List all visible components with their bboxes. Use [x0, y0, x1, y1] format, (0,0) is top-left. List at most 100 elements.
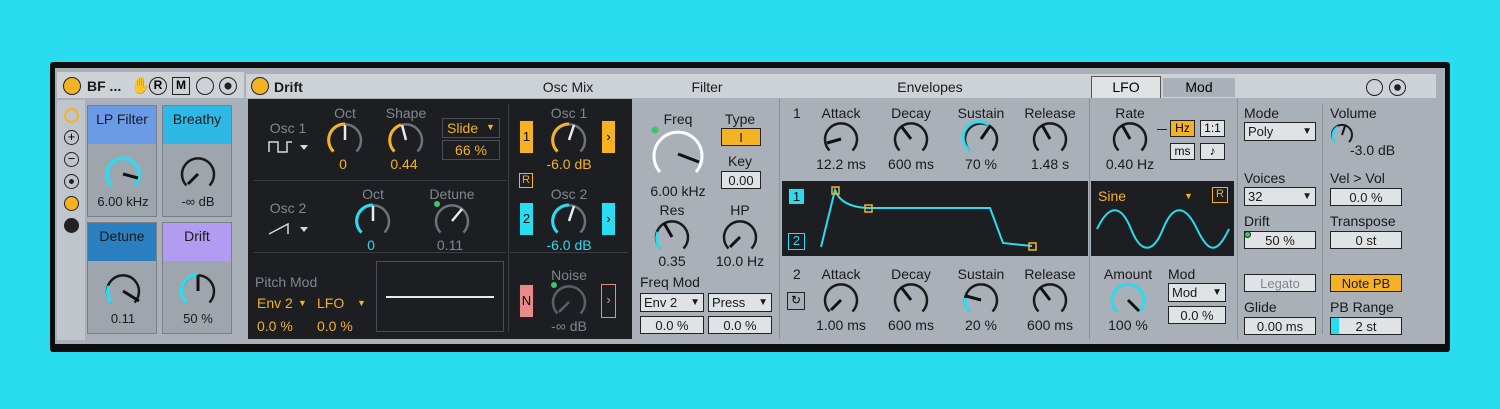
glide-field[interactable]: 0.00 ms [1244, 317, 1316, 335]
lfo-ms-button[interactable]: ms [1170, 143, 1195, 160]
mode-dropdown[interactable]: Poly [1244, 122, 1316, 141]
lfo-note-button[interactable]: ♪ [1200, 143, 1225, 160]
freqmod-label: Freq Mod [640, 274, 700, 290]
noise-expand-button[interactable]: › [601, 284, 616, 318]
env1-sustain-knob[interactable] [961, 120, 999, 157]
tab-mod[interactable]: Mod [1163, 78, 1235, 97]
osc2-on-button[interactable]: 2 [519, 202, 534, 236]
rack-section: BF ... ✋ R M + − LP Filter 6.00 kHz Brea… [57, 72, 244, 340]
macro-label: Breathy [163, 106, 231, 144]
rack-activator[interactable] [63, 77, 81, 95]
macro-knob[interactable] [105, 156, 141, 192]
lfo-retrigger-button[interactable]: R [1212, 187, 1228, 203]
lfo-mod-value[interactable]: 0.0 % [1168, 306, 1226, 324]
macro-value: 0.11 [110, 311, 136, 326]
loop-icon[interactable]: ↻ [787, 292, 805, 310]
lfo-wave-select[interactable]: Sine [1098, 188, 1126, 204]
hand-icon[interactable]: ✋ [131, 76, 151, 96]
freqmod-source1[interactable]: Env 2 [640, 293, 704, 312]
oct2-value: 0 [367, 237, 375, 253]
macro-view-icon[interactable] [64, 108, 79, 123]
macro-knob[interactable] [180, 156, 216, 192]
note-pb-button[interactable]: Note PB [1330, 274, 1402, 292]
env1-decay-knob[interactable] [893, 121, 929, 157]
lfo-ratio-button[interactable]: 1:1 [1200, 120, 1225, 137]
macro-knob[interactable] [179, 273, 216, 309]
drift-field[interactable]: 50 % [1244, 231, 1316, 249]
freqmod-value1[interactable]: 0.0 % [640, 316, 704, 334]
macro-breathy[interactable]: Breathy -∞ dB [162, 105, 232, 217]
transpose-label: Transpose [1330, 213, 1396, 229]
env2-decay-knob[interactable] [893, 282, 929, 318]
mix-osc1-knob[interactable] [551, 122, 587, 158]
mix-osc2-knob[interactable] [551, 203, 587, 239]
macro-detune[interactable]: Detune 0.11 [87, 222, 157, 334]
env2-release-knob[interactable] [1032, 282, 1068, 318]
rack-r-button[interactable]: R [149, 77, 167, 95]
noise-value: -∞ dB [551, 318, 587, 334]
retrigger-button[interactable]: R [519, 173, 533, 188]
legato-button[interactable]: Legato [1244, 274, 1316, 292]
macro-drift[interactable]: Drift 50 % [162, 222, 232, 334]
pm-value2[interactable]: 0.0 % [317, 318, 353, 334]
lfo-rate-knob[interactable] [1112, 121, 1148, 157]
detune-knob[interactable] [434, 201, 470, 239]
env2-attack-knob[interactable] [823, 282, 859, 318]
device-hot-swap-icon[interactable] [1366, 79, 1383, 96]
macro-value: 50 % [183, 311, 213, 326]
env2-sustain-knob[interactable] [963, 282, 999, 318]
section-envelopes: Envelopes [897, 79, 963, 95]
transpose-field[interactable]: 0 st [1330, 231, 1402, 249]
filter-freq-knob[interactable] [651, 126, 704, 180]
noise-on-button[interactable]: N [519, 284, 534, 318]
macro-knob[interactable] [105, 273, 141, 309]
filter-key-field[interactable]: 0.00 [721, 171, 761, 189]
env-select-1-button[interactable]: 1 [788, 188, 805, 205]
oct1-knob[interactable] [327, 122, 363, 158]
filter-res-knob[interactable] [654, 219, 690, 255]
pm-value1[interactable]: 0.0 % [257, 318, 293, 334]
hot-swap-icon[interactable] [196, 77, 214, 95]
square-wave-icon[interactable] [268, 140, 310, 154]
chain-icon[interactable] [64, 196, 79, 211]
saw-wave-icon[interactable] [268, 222, 310, 236]
freqmod-source2[interactable]: Press [708, 293, 772, 312]
osc1-expand-button[interactable]: › [601, 120, 616, 154]
osc1-on-button[interactable]: 1 [519, 120, 534, 154]
chevron-down-icon: ▼ [298, 298, 307, 308]
env1-release-knob[interactable] [1032, 121, 1068, 157]
voices-dropdown[interactable]: 32 [1244, 187, 1316, 206]
shape-knob[interactable] [388, 122, 424, 158]
mix-osc1-label: Osc 1 [550, 105, 588, 121]
lfo-mod-source[interactable]: Mod [1168, 283, 1226, 302]
volume-value: -3.0 dB [1350, 142, 1396, 158]
lfo-global-divider [1237, 99, 1238, 339]
pbrange-field[interactable]: 2 st [1330, 317, 1402, 335]
envelope-curve[interactable] [815, 185, 1045, 251]
env1-attack-knob[interactable] [823, 121, 859, 157]
osc1-label: Osc 1 [269, 120, 307, 136]
env2-sustain-label: Sustain [957, 266, 1005, 282]
filter-type-button[interactable]: I [721, 128, 761, 146]
oct2-knob[interactable] [355, 203, 391, 239]
lfo-hz-button[interactable]: Hz [1170, 120, 1195, 137]
add-icon[interactable]: + [64, 130, 79, 145]
rack-m-button[interactable]: M [172, 77, 190, 95]
lfo-amount-knob[interactable] [1110, 282, 1146, 318]
velvol-field[interactable]: 0.0 % [1330, 188, 1402, 206]
device-activator[interactable] [251, 77, 269, 95]
freqmod-value2[interactable]: 0.0 % [708, 316, 772, 334]
env-select-2-button[interactable]: 2 [788, 233, 805, 250]
camera-icon[interactable] [64, 174, 79, 189]
save-icon[interactable] [219, 77, 237, 95]
pm-source1[interactable]: Env 2 [257, 295, 293, 311]
tab-lfo[interactable]: LFO [1091, 76, 1161, 98]
list-icon[interactable] [64, 218, 79, 233]
macro-lp-filter[interactable]: LP Filter 6.00 kHz [87, 105, 157, 217]
noise-knob[interactable] [551, 282, 587, 320]
pm-source2[interactable]: LFO [317, 295, 344, 311]
device-save-icon[interactable] [1389, 79, 1406, 96]
remove-icon[interactable]: − [64, 152, 79, 167]
osc2-expand-button[interactable]: › [601, 202, 616, 236]
filter-hp-knob[interactable] [722, 219, 758, 255]
